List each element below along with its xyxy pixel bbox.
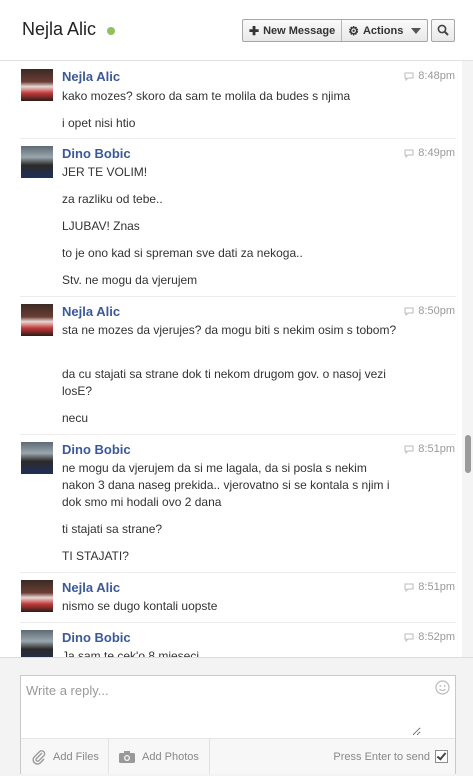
avatar[interactable]	[21, 69, 53, 101]
new-message-label: New Message	[263, 24, 336, 37]
message-text: JER TE VOLIM!	[62, 165, 148, 179]
message-bubble-icon	[404, 149, 414, 158]
timestamp: 8:51pm	[404, 581, 455, 593]
message-bubble-icon	[404, 633, 414, 642]
conversation-title[interactable]: Nejla Alic	[22, 19, 96, 40]
scrollbar-thumb[interactable]	[465, 435, 471, 473]
actions-button[interactable]: ⚙ Actions	[341, 20, 427, 41]
reply-composer: Add Files Add Photos Press Enter to send	[0, 657, 473, 776]
avatar[interactable]	[21, 580, 53, 612]
message-thread[interactable]: Nejla Alic 8:48pm kako mozes? skoro da s…	[0, 61, 462, 657]
message-text: za razliku od tebe..	[62, 192, 163, 206]
divider	[209, 739, 210, 774]
timestamp-text: 8:48pm	[418, 70, 455, 82]
message-text: Stv. ne mogu da vjerujem	[62, 273, 198, 287]
message-text: nismo se dugo kontali uopste	[62, 599, 218, 613]
sender-name[interactable]: Nejla Alic	[62, 580, 120, 595]
reply-input[interactable]	[21, 676, 421, 736]
message-text: LJUBAV! Znas	[62, 219, 140, 233]
sender-name[interactable]: Nejla Alic	[62, 304, 120, 319]
sender-name[interactable]: Dino Bobic	[62, 146, 131, 161]
divider	[20, 622, 456, 623]
timestamp-text: 8:50pm	[418, 305, 455, 317]
message-text: to je ono kad si spreman sve dati za nek…	[62, 246, 303, 260]
reply-box: Add Files Add Photos Press Enter to send	[20, 675, 456, 774]
camera-icon	[119, 750, 135, 763]
message-bubble-icon	[404, 72, 414, 81]
sender-name[interactable]: Dino Bobic	[62, 630, 131, 645]
message-bubble-icon	[404, 307, 414, 316]
message-text: sta ne mozes da vjerujes? da mogu biti s…	[62, 323, 397, 337]
press-enter-label: Press Enter to send	[333, 750, 430, 763]
header-button-group: ✚ New Message ⚙ Actions	[242, 19, 429, 42]
avatar[interactable]	[21, 146, 53, 178]
add-photos-label: Add Photos	[142, 750, 199, 763]
message-text: necu	[62, 411, 89, 425]
composer-toolbar: Add Files Add Photos Press Enter to send	[21, 738, 455, 774]
message-text: da cu stajati sa strane dok ti nekom dru…	[62, 367, 386, 398]
message-text: kako mozes? skoro da sam te molila da bu…	[62, 89, 351, 103]
timestamp-text: 8:52pm	[418, 631, 455, 643]
divider	[20, 572, 456, 573]
sender-name[interactable]: Dino Bobic	[62, 442, 131, 457]
divider	[20, 434, 456, 435]
timestamp: 8:51pm	[404, 443, 455, 455]
avatar[interactable]	[21, 304, 53, 336]
add-files-button[interactable]: Add Files	[31, 739, 99, 774]
gear-icon: ⚙	[348, 23, 359, 38]
new-message-button[interactable]: ✚ New Message	[243, 20, 341, 41]
message-text: ti stajati sa strane?	[62, 522, 163, 536]
timestamp-text: 8:51pm	[418, 581, 455, 593]
message-text: TI STAJATI?	[62, 549, 129, 563]
sender-name[interactable]: Nejla Alic	[62, 69, 120, 84]
add-files-label: Add Files	[53, 750, 99, 763]
divider	[20, 296, 456, 297]
divider	[108, 739, 109, 774]
search-icon	[437, 24, 449, 36]
online-status-dot	[107, 27, 115, 35]
message-bubble-icon	[404, 583, 414, 592]
thread-scrollbar[interactable]	[462, 61, 473, 657]
avatar[interactable]	[21, 630, 53, 657]
avatar[interactable]	[21, 442, 53, 474]
plus-icon: ✚	[249, 23, 260, 38]
message-bubble-icon	[404, 445, 414, 454]
timestamp-text: 8:51pm	[418, 443, 455, 455]
add-photos-button[interactable]: Add Photos	[118, 739, 199, 774]
conversation-header: Nejla Alic ✚ New Message ⚙ Actions	[0, 0, 473, 61]
message-text: i opet nisi htio	[62, 116, 136, 130]
message-text: ne mogu da vjerujem da si me lagala, da …	[62, 461, 390, 509]
timestamp: 8:52pm	[404, 631, 455, 643]
message-text: Ja sam te cek'o 8 mjeseci	[62, 649, 200, 657]
paperclip-icon	[32, 749, 46, 765]
emoticon-icon[interactable]	[435, 680, 450, 695]
actions-label: Actions	[362, 24, 404, 37]
timestamp: 8:48pm	[404, 70, 455, 82]
timestamp: 8:50pm	[404, 305, 455, 317]
press-enter-toggle[interactable]: Press Enter to send	[333, 739, 448, 774]
search-button[interactable]	[431, 19, 455, 42]
timestamp: 8:49pm	[404, 147, 455, 159]
chevron-down-icon	[411, 27, 422, 34]
press-enter-checkbox[interactable]	[435, 750, 448, 763]
timestamp-text: 8:49pm	[418, 147, 455, 159]
divider	[20, 138, 456, 139]
